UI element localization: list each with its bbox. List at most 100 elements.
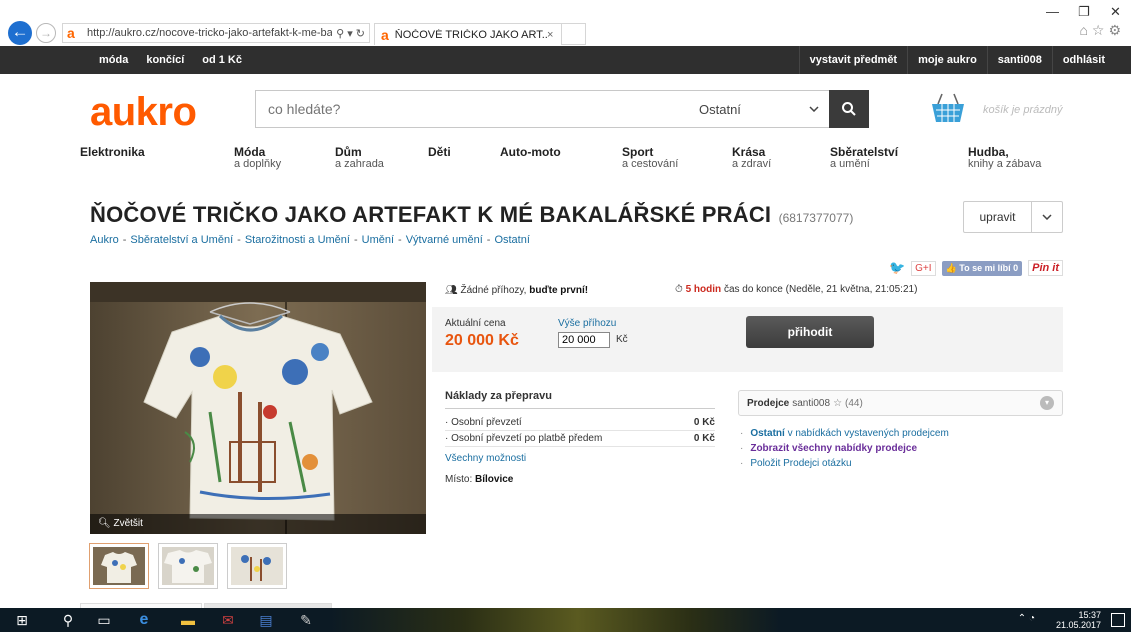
breadcrumb-item[interactable]: Umění xyxy=(362,234,394,246)
aukro-logo[interactable]: aukro xyxy=(90,90,197,134)
ask-seller-link[interactable]: Položit Prodejci otázku xyxy=(750,458,851,469)
breadcrumb-item[interactable]: Sběratelství a Umění xyxy=(130,234,233,246)
address-bar[interactable]: a http://aukro.cz/nocove-tricko-jako-art… xyxy=(62,23,370,43)
browser-tab-active[interactable]: a ŇOČOVÉ TRIČKO JAKO ART... × xyxy=(374,23,562,45)
category-collecting[interactable]: Sběratelství a umění xyxy=(830,146,898,170)
search-bar: Ostatní xyxy=(255,90,830,128)
internet-explorer-icon[interactable]: e xyxy=(136,612,152,628)
seller-other-rest[interactable]: v nabídkách vystavených prodejcem xyxy=(788,428,949,439)
all-shipping-options-link[interactable]: Všechny možnosti xyxy=(445,453,715,464)
seller-box[interactable]: Prodejce santi008 ☆ (44) ▾ xyxy=(738,390,1063,416)
windows-start-icon[interactable]: ⊞ xyxy=(14,612,30,628)
bid-panel: Aktuální cena 20 000 Kč Výše příhozu Kč … xyxy=(432,307,1063,372)
chevron-down-icon xyxy=(1042,214,1052,220)
location-value: Bílovice xyxy=(475,474,514,485)
bid-amount-input[interactable] xyxy=(558,332,610,348)
search-button[interactable] xyxy=(829,90,869,128)
thumbnail-strip xyxy=(89,543,287,589)
category-auto-moto[interactable]: Auto-moto xyxy=(500,146,561,158)
seller-rating: (44) xyxy=(845,397,863,409)
breadcrumb-item[interactable]: Starožitnosti a Umění xyxy=(245,234,350,246)
place-bid-button[interactable]: přihodit xyxy=(746,316,874,348)
system-tray-icons[interactable]: ⌃ ◔ xyxy=(1018,613,1035,624)
location-label: Místo: xyxy=(445,474,473,485)
shipping-section: Náklady za přepravu · Osobní převzetí 0 … xyxy=(445,390,715,485)
address-url[interactable]: http://aukro.cz/nocove-tricko-jako-artef… xyxy=(87,27,332,39)
twitter-icon[interactable]: 🐦 xyxy=(889,260,905,276)
thumbnail[interactable] xyxy=(227,543,287,589)
topnav-my-aukro[interactable]: moje aukro xyxy=(907,46,987,74)
windows-taskbar: ⊞ ⚲ ▭ e ▬ ✉ ▤ ✎ ⌃ ◔ 15:37 21.05.2017 xyxy=(0,608,1131,632)
pinterest-button[interactable]: Pin it xyxy=(1028,260,1063,276)
seller-label: Prodejce xyxy=(747,397,790,409)
word-icon[interactable]: ▤ xyxy=(258,612,274,628)
category-electronics[interactable]: Elektronika xyxy=(80,146,145,158)
new-tab-button[interactable] xyxy=(562,23,586,45)
forward-arrow-icon[interactable]: → xyxy=(36,23,56,43)
taskbar-clock[interactable]: 15:37 21.05.2017 xyxy=(1056,610,1101,630)
edit-button-label[interactable]: upravit xyxy=(964,202,1032,232)
seller-links: · Ostatní v nabídkách vystavených prodejc… xyxy=(740,426,949,471)
search-icon[interactable]: ⚲ xyxy=(60,612,76,628)
category-sport[interactable]: Sport a cestování xyxy=(622,146,678,170)
task-view-icon[interactable]: ▭ xyxy=(96,612,112,628)
breadcrumb-item[interactable]: Aukro xyxy=(90,234,119,246)
notification-icon[interactable] xyxy=(1111,613,1125,627)
back-arrow-icon[interactable]: ← xyxy=(8,21,32,45)
browser-toolbar-icons[interactable]: ⌂☆⚙ xyxy=(1079,22,1125,39)
mail-icon[interactable]: ✉ xyxy=(220,612,236,628)
shipping-title: Náklady za přepravu xyxy=(445,390,715,409)
category-fashion[interactable]: Móda a doplňky xyxy=(234,146,281,170)
site-top-nav: móda končící od 1 Kč vystavit předmět mo… xyxy=(0,46,1131,74)
item-title-row: ŇOČOVÉ TRIČKO JAKO ARTEFAKT K MÉ BAKALÁŘ… xyxy=(90,202,853,228)
thumbs-up-icon: 👍 xyxy=(945,262,960,273)
tab-close-icon[interactable]: × xyxy=(547,29,561,41)
address-tools[interactable]: ⚲ ▾ ↻ xyxy=(336,27,369,40)
topnav-list-item[interactable]: vystavit předmět xyxy=(798,46,907,74)
file-explorer-icon[interactable]: ▬ xyxy=(180,612,196,628)
edit-button[interactable]: upravit xyxy=(963,201,1063,233)
zoom-bar[interactable]: 🔍︎ Zvětšit xyxy=(90,514,426,534)
category-music[interactable]: Hudba, knihy a zábava xyxy=(968,146,1041,170)
gplus-button[interactable]: G+I xyxy=(911,260,936,276)
no-bids-text: Žádné příhozy, xyxy=(460,285,527,296)
thumbnail[interactable] xyxy=(89,543,149,589)
item-photo[interactable]: 🔍︎ Zvětšit xyxy=(90,282,426,534)
item-location: Místo: Bílovice xyxy=(445,474,715,485)
star-icon: ☆ xyxy=(833,397,843,409)
seller-name[interactable]: santi008 xyxy=(792,398,830,409)
seller-other-link[interactable]: Ostatní xyxy=(750,428,784,439)
stopwatch-icon: ⏱ xyxy=(675,284,686,295)
facebook-like-button[interactable]: 👍 To se mi líbí 0 xyxy=(941,260,1023,276)
thumbnail[interactable] xyxy=(158,543,218,589)
bid-amount-label[interactable]: Výše příhozu xyxy=(558,318,616,329)
category-nav: Elektronika Móda a doplňky Dům a zahrada… xyxy=(0,146,1131,178)
browser-chrome: ← → a http://aukro.cz/nocove-tricko-jako… xyxy=(0,0,1131,46)
topnav-logout[interactable]: odhlásit xyxy=(1051,46,1115,74)
cart-status[interactable]: košík je prázdný xyxy=(983,104,1062,116)
bid-currency: Kč xyxy=(616,334,628,345)
minimize-icon[interactable]: — xyxy=(1046,4,1059,19)
topnav-username[interactable]: santi008 xyxy=(986,46,1052,74)
paint-icon[interactable]: ✎ xyxy=(298,612,314,628)
search-input[interactable] xyxy=(256,91,679,127)
restore-icon[interactable]: ❐ xyxy=(1078,4,1090,20)
breadcrumb-item[interactable]: Výtvarné umění xyxy=(406,234,483,246)
category-kids[interactable]: Děti xyxy=(428,146,451,158)
search-category-select[interactable]: Ostatní xyxy=(679,102,829,117)
shipping-price: 0 Kč xyxy=(693,433,715,444)
breadcrumb-separator: - xyxy=(237,234,241,246)
edit-dropdown-toggle[interactable] xyxy=(1032,202,1062,232)
category-home[interactable]: Dům a zahrada xyxy=(335,146,384,170)
shipping-row: · Osobní převzetí po platbě předem 0 Kč xyxy=(445,431,715,447)
topnav-ending[interactable]: končící xyxy=(137,54,193,66)
seller-all-offers-link[interactable]: Zobrazit všechny nabídky prodejce xyxy=(750,443,917,454)
basket-icon[interactable] xyxy=(930,92,966,126)
category-beauty[interactable]: Krása a zdraví xyxy=(732,146,771,170)
topnav-from-1kc[interactable]: od 1 Kč xyxy=(193,54,251,66)
close-window-icon[interactable]: ✕ xyxy=(1110,4,1121,20)
breadcrumb-separator: - xyxy=(353,234,358,246)
breadcrumb-item[interactable]: Ostatní xyxy=(494,234,529,246)
expand-circle-icon[interactable]: ▾ xyxy=(1040,396,1054,410)
topnav-fashion[interactable]: móda xyxy=(90,54,137,66)
